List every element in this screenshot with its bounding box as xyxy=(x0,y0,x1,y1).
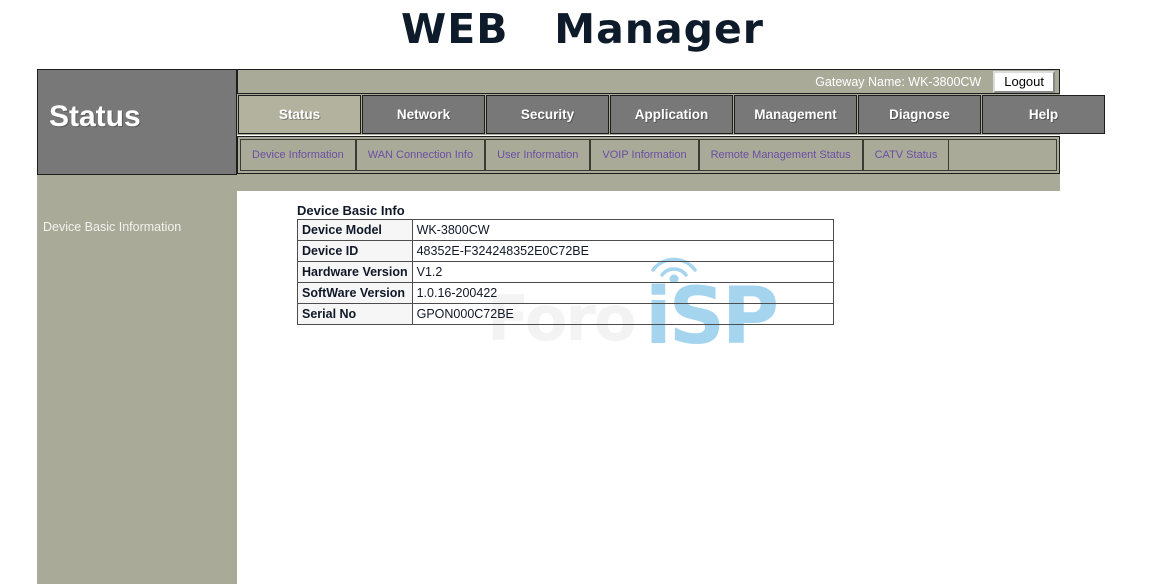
row-value-software-version: 1.0.16-200422 xyxy=(411,282,834,304)
web-manager-page: WEB Manager Status Device Basic Informat… xyxy=(0,0,1165,584)
section-heading: Device Basic Info xyxy=(297,203,405,218)
table-row: SoftWare Version 1.0.16-200422 xyxy=(297,282,834,304)
row-label-hardware-version: Hardware Version xyxy=(297,261,413,283)
subnav-item-remote-management-status[interactable]: Remote Management Status xyxy=(698,139,863,171)
subnav-item-voip-information[interactable]: VOIP Information xyxy=(590,139,699,171)
subnav-item-user-information[interactable]: User Information xyxy=(485,139,591,171)
tab-management[interactable]: Management xyxy=(734,95,857,134)
row-label-software-version: SoftWare Version xyxy=(297,282,413,304)
content-area: Foro iSP Device Basic Info Device Model … xyxy=(237,191,1165,584)
sidebar-section-title: Status xyxy=(49,100,141,133)
content-top-strip xyxy=(237,174,1060,191)
page-title: WEB Manager xyxy=(400,5,764,53)
subnav-filler xyxy=(949,139,1057,171)
row-label-device-id: Device ID xyxy=(297,240,413,262)
tab-application[interactable]: Application xyxy=(610,95,733,134)
sidebar-item-device-basic-information[interactable]: Device Basic Information xyxy=(43,220,181,234)
row-label-device-model: Device Model xyxy=(297,219,413,241)
tab-network[interactable]: Network xyxy=(362,95,485,134)
gateway-name-label: Gateway Name: WK-3800CW xyxy=(815,74,982,89)
table-row: Device Model WK-3800CW xyxy=(297,219,834,241)
table-row: Device ID 48352E-F324248352E0C72BE xyxy=(297,240,834,262)
tab-security[interactable]: Security xyxy=(486,95,609,134)
row-label-serial-no: Serial No xyxy=(297,303,413,325)
tab-help[interactable]: Help xyxy=(982,95,1105,134)
subnav-item-catv-status[interactable]: CATV Status xyxy=(862,139,950,171)
sub-navigation-bar: Device Information WAN Connection Info U… xyxy=(237,136,1060,174)
row-value-hardware-version: V1.2 xyxy=(411,261,834,283)
row-value-serial-no: GPON000C72BE xyxy=(411,303,834,325)
sidebar: Status Device Basic Information xyxy=(37,69,237,584)
main-tab-bar: Status Network Security Application Mana… xyxy=(237,94,1105,135)
table-row: Serial No GPON000C72BE xyxy=(297,303,834,325)
row-value-device-id: 48352E-F324248352E0C72BE xyxy=(411,240,834,262)
tab-diagnose[interactable]: Diagnose xyxy=(858,95,981,134)
subnav-item-device-information[interactable]: Device Information xyxy=(240,139,356,171)
row-value-device-model: WK-3800CW xyxy=(411,219,834,241)
logout-button[interactable]: Logout xyxy=(993,70,1055,93)
tab-status[interactable]: Status xyxy=(238,95,361,134)
gateway-bar: Gateway Name: WK-3800CW Logout xyxy=(237,69,1060,94)
device-basic-info-table: Device Model WK-3800CW Device ID 48352E-… xyxy=(297,219,834,325)
sidebar-header: Status xyxy=(37,69,237,175)
subnav-item-wan-connection-info[interactable]: WAN Connection Info xyxy=(355,139,486,171)
table-row: Hardware Version V1.2 xyxy=(297,261,834,283)
